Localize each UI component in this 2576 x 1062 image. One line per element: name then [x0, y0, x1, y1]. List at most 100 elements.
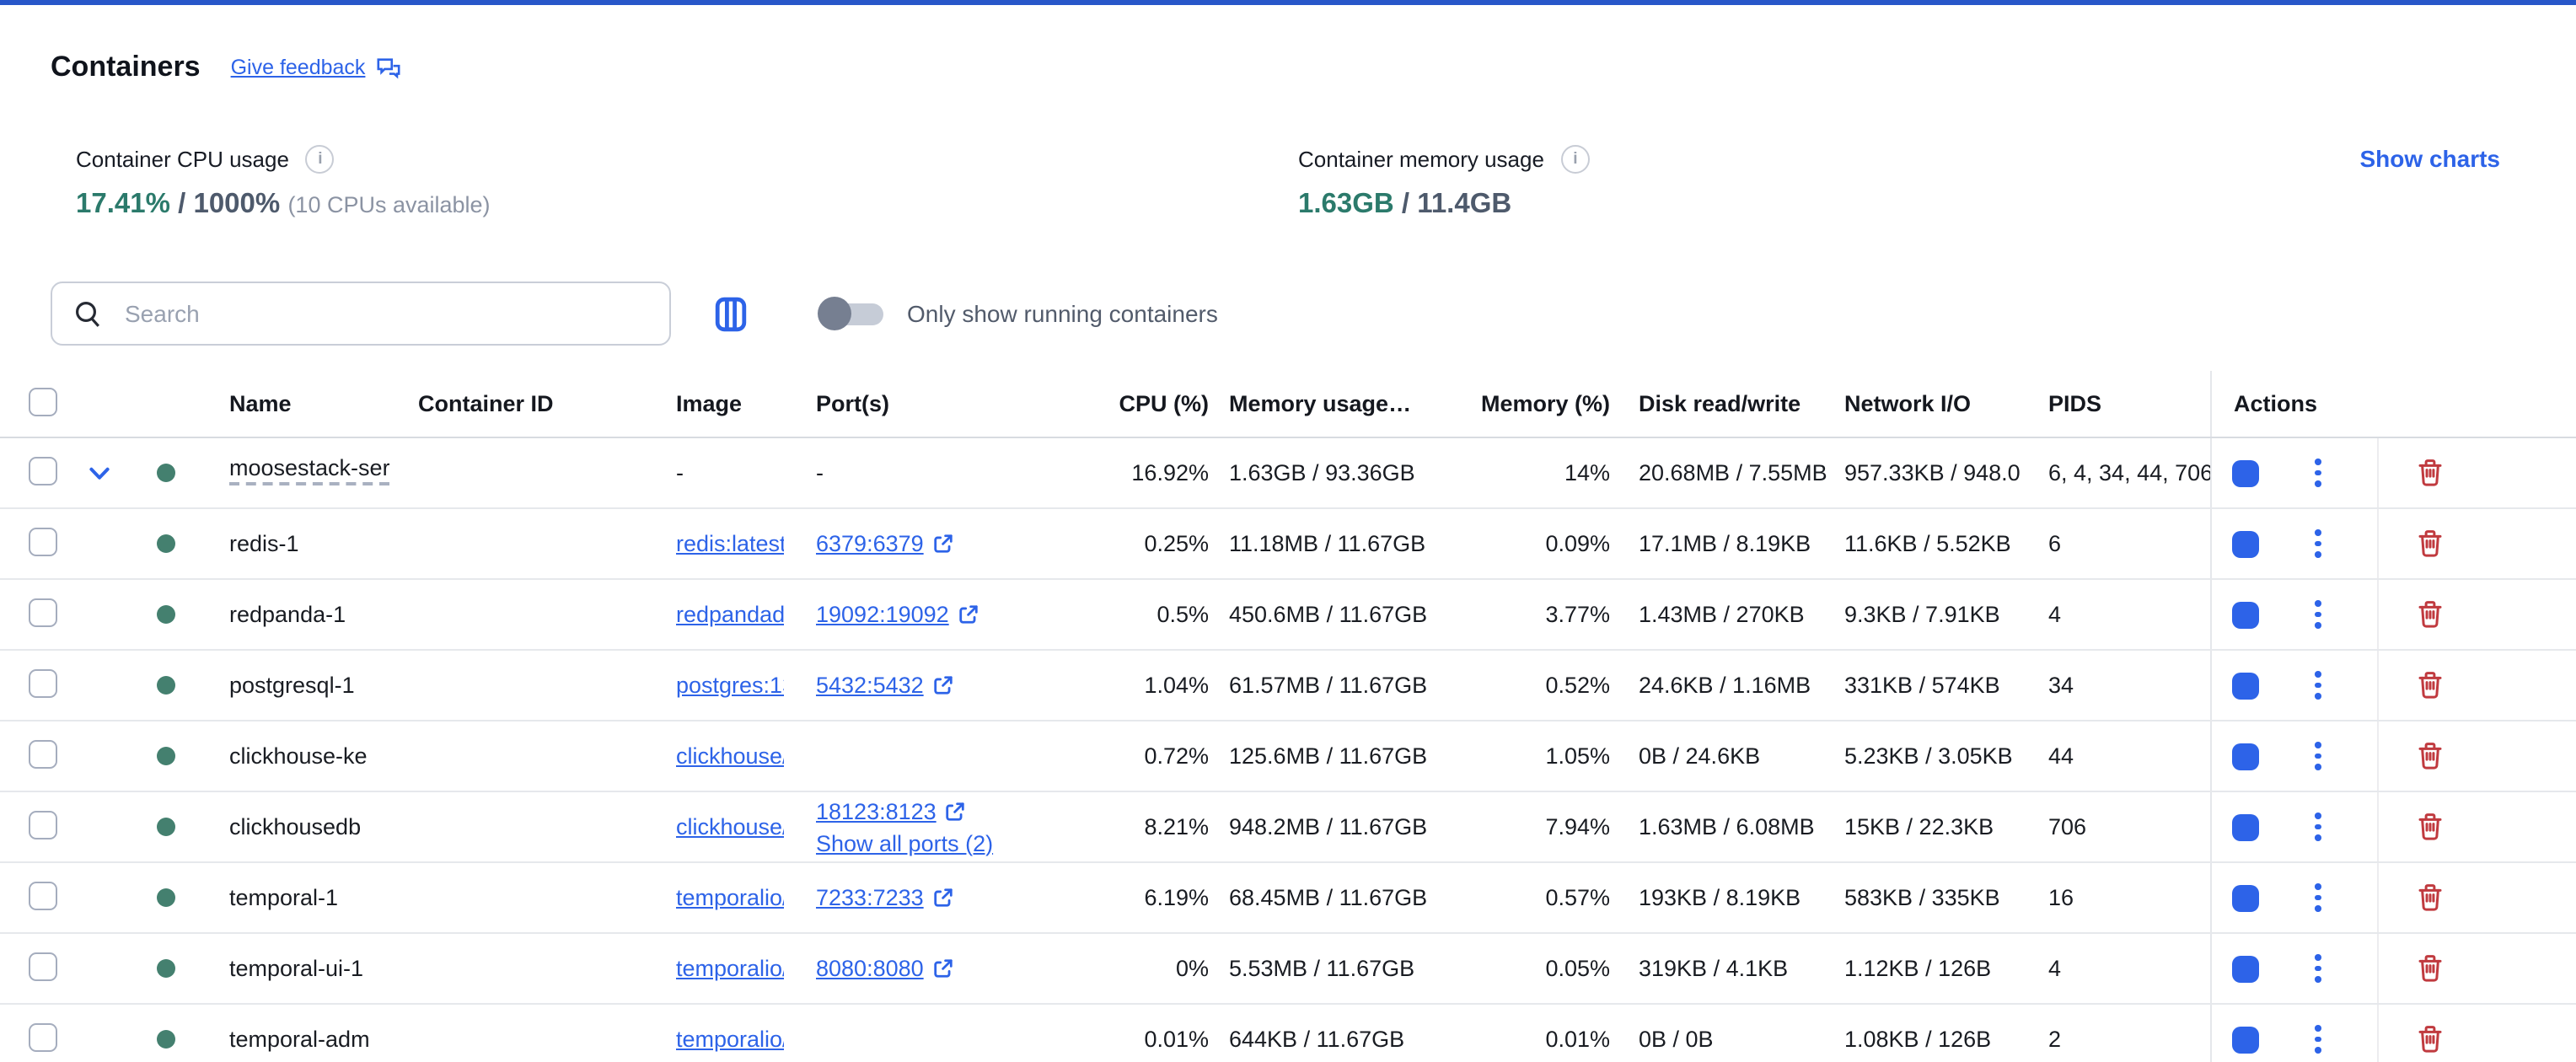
show-charts-button[interactable]: Show charts: [2360, 145, 2501, 172]
delete-button[interactable]: [2418, 883, 2443, 912]
column-header-memory-pct[interactable]: Memory (%): [1433, 391, 1610, 416]
kebab-menu-icon[interactable]: [2315, 459, 2321, 486]
search-icon: [74, 299, 103, 328]
search-input[interactable]: [121, 298, 634, 329]
running-status-dot: [156, 534, 174, 553]
stop-button[interactable]: [2232, 459, 2259, 486]
image-link[interactable]: clickhouse/: [676, 814, 784, 839]
container-name[interactable]: clickhousedb: [229, 814, 361, 839]
stop-button[interactable]: [2232, 955, 2259, 982]
row-checkbox[interactable]: [29, 881, 57, 909]
column-header-name[interactable]: Name: [199, 391, 389, 416]
row-checkbox[interactable]: [29, 952, 57, 980]
chevron-down-icon[interactable]: [89, 466, 110, 480]
kebab-menu-icon[interactable]: [2315, 600, 2321, 628]
container-name[interactable]: redis-1: [229, 531, 299, 556]
table-row: clickhouse-ke clickhouse/ 0.72% 125.6MB …: [0, 721, 2576, 792]
select-all-checkbox[interactable]: [29, 387, 57, 416]
container-name[interactable]: redpanda-1: [229, 602, 346, 627]
delete-button[interactable]: [2418, 671, 2443, 700]
stop-button[interactable]: [2232, 1026, 2259, 1053]
port-link[interactable]: 6379:6379: [816, 528, 924, 560]
column-header-ports[interactable]: Port(s): [784, 388, 1054, 420]
external-link-icon[interactable]: [932, 674, 954, 696]
memory-info-icon[interactable]: i: [1561, 145, 1590, 174]
search-box[interactable]: [51, 282, 671, 346]
row-checkbox[interactable]: [29, 456, 57, 485]
cpu-info-icon[interactable]: i: [306, 145, 335, 174]
external-link-icon[interactable]: [932, 887, 954, 909]
show-all-ports-link[interactable]: Show all ports (2): [816, 827, 993, 859]
column-header-network[interactable]: Network I/O: [1829, 391, 2043, 416]
column-header-image[interactable]: Image: [642, 391, 784, 416]
image-link[interactable]: clickhouse/: [676, 743, 784, 769]
column-header-disk[interactable]: Disk read/write: [1610, 391, 1829, 416]
image-link[interactable]: -: [676, 460, 684, 485]
column-header-memory-usage[interactable]: Memory usage…: [1214, 391, 1433, 416]
row-checkbox[interactable]: [29, 598, 57, 626]
image-link[interactable]: temporalio/: [676, 956, 784, 981]
stop-button[interactable]: [2232, 743, 2259, 770]
container-name[interactable]: temporal-adm: [229, 1027, 370, 1052]
container-name[interactable]: moosestack-ser: [229, 455, 389, 485]
container-name[interactable]: temporal-1: [229, 885, 338, 910]
image-link[interactable]: redis:latest: [676, 531, 784, 556]
container-name[interactable]: postgresql-1: [229, 673, 355, 698]
running-containers-toggle-label: Only show running containers: [907, 300, 1218, 327]
row-checkbox[interactable]: [29, 527, 57, 555]
column-header-pids[interactable]: PIDS: [2043, 391, 2210, 416]
external-link-icon[interactable]: [932, 533, 954, 555]
disk-read-write-value: 319KB / 4.1KB: [1610, 956, 1829, 981]
external-link-icon[interactable]: [932, 957, 954, 979]
external-link-icon[interactable]: [945, 800, 967, 822]
image-link[interactable]: temporalio/: [676, 1027, 784, 1052]
running-containers-toggle[interactable]: [818, 297, 885, 330]
delete-button[interactable]: [2418, 813, 2443, 841]
port-link[interactable]: 5432:5432: [816, 669, 924, 701]
image-link[interactable]: postgres:13: [676, 673, 784, 698]
kebab-menu-icon[interactable]: [2315, 742, 2321, 770]
cpu-value: 6.19%: [1054, 885, 1214, 910]
table-row: redpanda-1 redpandada 19092:19092 0.5% 4…: [0, 580, 2576, 651]
container-name[interactable]: clickhouse-ke: [229, 743, 368, 769]
port-link[interactable]: 8080:8080: [816, 952, 924, 984]
image-link[interactable]: redpandada: [676, 602, 784, 627]
port-link[interactable]: 7233:7233: [816, 882, 924, 914]
delete-button[interactable]: [2418, 600, 2443, 629]
stop-button[interactable]: [2232, 601, 2259, 628]
delete-button[interactable]: [2418, 954, 2443, 983]
delete-button[interactable]: [2418, 1025, 2443, 1054]
port-link[interactable]: -: [816, 457, 824, 489]
container-name[interactable]: temporal-ui-1: [229, 956, 363, 981]
kebab-menu-icon[interactable]: [2315, 954, 2321, 982]
kebab-menu-icon[interactable]: [2315, 671, 2321, 699]
row-checkbox[interactable]: [29, 810, 57, 839]
external-link-icon[interactable]: [958, 603, 979, 625]
column-header-cpu[interactable]: CPU (%): [1054, 391, 1214, 416]
row-checkbox[interactable]: [29, 1022, 57, 1051]
delete-button[interactable]: [2418, 529, 2443, 558]
network-io-value: 5.23KB / 3.05KB: [1829, 743, 2043, 769]
stop-button[interactable]: [2232, 884, 2259, 911]
row-checkbox[interactable]: [29, 739, 57, 768]
feedback-link[interactable]: Give feedback: [231, 55, 401, 80]
port-link[interactable]: 19092:19092: [816, 598, 949, 630]
kebab-menu-icon[interactable]: [2315, 1025, 2321, 1053]
column-header-container-id[interactable]: Container ID: [389, 391, 642, 416]
stop-button[interactable]: [2232, 672, 2259, 699]
kebab-menu-icon[interactable]: [2315, 883, 2321, 911]
delete-button[interactable]: [2418, 459, 2443, 487]
cpu-value: 8.21%: [1054, 814, 1214, 839]
image-link[interactable]: temporalio/: [676, 885, 784, 910]
kebab-menu-icon[interactable]: [2315, 529, 2321, 557]
stop-button[interactable]: [2232, 813, 2259, 840]
row-checkbox[interactable]: [29, 668, 57, 697]
stop-button[interactable]: [2232, 530, 2259, 557]
kebab-menu-icon[interactable]: [2315, 813, 2321, 840]
memory-usage-stat: Container memory usage i 1.63GB / 11.4GB: [1298, 145, 1590, 221]
delete-button[interactable]: [2418, 742, 2443, 770]
actions-divider: [2377, 651, 2379, 720]
memory-usage-separator: /: [1394, 189, 1418, 219]
columns-settings-icon[interactable]: [715, 296, 747, 331]
port-link[interactable]: 18123:8123: [816, 795, 936, 827]
